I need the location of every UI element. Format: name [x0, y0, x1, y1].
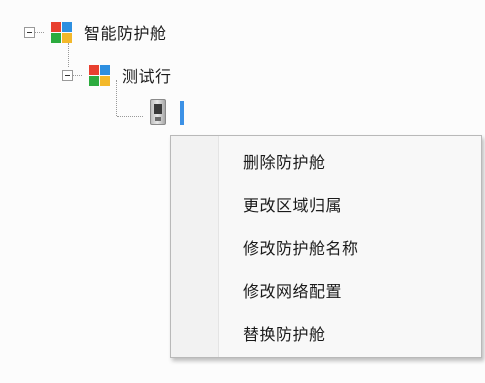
cabin-device-icon[interactable]: [150, 99, 166, 125]
menu-icon-gutter: [171, 136, 219, 357]
tree-node-child[interactable]: 测试行: [62, 61, 172, 89]
menu-body: 删除防护舱 更改区域归属 修改防护舱名称 修改网络配置 替换防护舱: [219, 136, 481, 357]
rename-edit-box[interactable]: [180, 101, 184, 125]
menu-item-delete-cabin[interactable]: 删除防护舱: [219, 142, 481, 180]
tree-connector: [117, 116, 143, 117]
menu-item-replace-cabin[interactable]: 替换防护舱: [219, 314, 481, 352]
app-grid-icon: [51, 21, 72, 43]
collapse-toggle-icon[interactable]: [62, 69, 73, 81]
tree-connector: [73, 74, 82, 76]
menu-item-label: 替换防护舱: [243, 325, 326, 344]
menu-item-label: 更改区域归属: [243, 196, 343, 215]
menu-item-change-area[interactable]: 更改区域归属: [219, 185, 481, 223]
tree-connector: [35, 31, 44, 33]
menu-item-network-config[interactable]: 修改网络配置: [219, 271, 481, 309]
collapse-toggle-icon[interactable]: [24, 26, 35, 38]
context-menu: 删除防护舱 更改区域归属 修改防护舱名称 修改网络配置 替换防护舱: [170, 135, 482, 358]
tree-node-root[interactable]: 智能防护舱: [24, 18, 167, 46]
tree-node-label: 测试行: [122, 67, 172, 86]
menu-item-label: 修改网络配置: [243, 282, 343, 301]
tree-node-label: 智能防护舱: [84, 24, 167, 43]
app-grid-icon: [89, 64, 110, 86]
menu-item-rename-cabin[interactable]: 修改防护舱名称: [219, 228, 481, 266]
menu-item-label: 修改防护舱名称: [243, 239, 359, 258]
tree-panel: 智能防护舱 测试行 删除防护舱 更改区域归属 修改防护舱名称 修改网络配置 替换…: [0, 0, 485, 383]
menu-item-label: 删除防护舱: [243, 153, 326, 172]
